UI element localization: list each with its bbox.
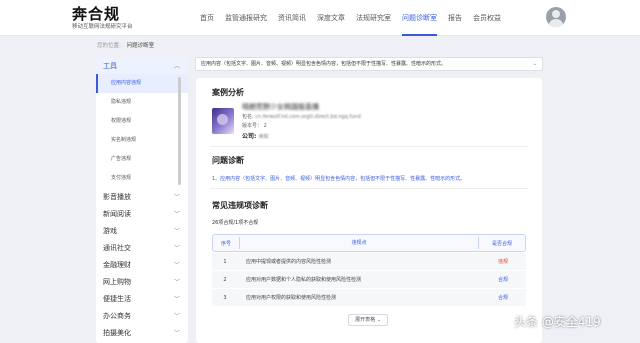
sidebar-item-payment-violation[interactable]: 支付违规	[96, 169, 188, 188]
nav-reports[interactable]: 报告	[448, 0, 462, 36]
brand-logo[interactable]: 奔合规 移动互联网法规研究平台	[72, 6, 133, 31]
package-label: 包名:	[242, 114, 254, 120]
row-no: 2	[223, 276, 227, 283]
nav-membership[interactable]: 会员权益	[473, 0, 501, 36]
sidebar-group-shopping[interactable]: 网上购物 ﹀	[96, 273, 188, 290]
brand-subtitle: 移动互联网法规研究平台	[72, 24, 133, 30]
sidebar-group-label: 新闻阅读	[103, 209, 131, 218]
sidebar-group-video[interactable]: 影音播放 ﹀	[96, 188, 188, 205]
diagnosis-card: 案例分析 晴朗荒野少女韩国版直播 包名: cn.ferwolf.hd.com.o…	[196, 78, 542, 343]
watermark: 头条 @安全419	[514, 315, 601, 329]
nav-regulation-lab[interactable]: 法规研究室	[356, 0, 391, 36]
sidebar-group-label: 影音播放	[103, 192, 131, 201]
violations-table: 序号 违规点 是否合规 1 应用中提现或者提供的内容风险性检测 违规 2 应用对…	[212, 234, 526, 306]
sidebar-group-life[interactable]: 便捷生活 ﹀	[96, 290, 188, 307]
row-status: 违规	[497, 259, 508, 265]
table-header: 序号 违规点 是否合规	[212, 234, 526, 252]
nav-news[interactable]: 资讯简讯	[278, 0, 306, 36]
chevron-down-icon: ﹀	[173, 245, 180, 252]
row-no: 3	[223, 294, 227, 301]
version-value: 2	[263, 123, 267, 129]
sidebar-group-tools[interactable]: 工具 ︿	[96, 57, 188, 74]
version-label: 版本号：	[242, 123, 263, 129]
sidebar-submenu: 应用内容违规 隐私违规 权限违规 实名制违规 广告违规 支付违规	[96, 74, 188, 188]
version-row: 版本号： 2	[242, 122, 267, 129]
row-no: 1	[223, 258, 227, 265]
breadcrumb-current[interactable]: 问题诊断室	[127, 43, 155, 49]
chevron-down-icon: ﹀	[173, 211, 180, 218]
expand-table-button[interactable]: 展开表格 ⌄	[348, 314, 388, 326]
issue-select[interactable]: 应用内容（包括文字、图片、音频、视频）明显包含色情内容，包括但不限于性描写、性暴…	[195, 57, 543, 71]
table-row[interactable]: 1 应用中提现或者提供的内容风险性检测 违规	[212, 253, 526, 270]
sidebar-group-photo[interactable]: 拍摄美化 ﹀	[96, 324, 188, 341]
row-point: 应用中提现或者提供的内容风险性检测	[246, 259, 332, 265]
sidebar-scrollbar[interactable]	[178, 77, 181, 185]
sidebar-group-label: 便捷生活	[103, 294, 131, 303]
category-sidebar: 工具 ︿ 应用内容违规 隐私违规 权限违规 实名制违规 广告违规 支付违规 影音…	[96, 57, 188, 343]
row-point: 应用对用户权限的获取和使用风险性检测	[246, 295, 337, 301]
nav-diagnosis-room[interactable]: 问题诊断室	[402, 0, 437, 36]
col-header-point: 违规点	[239, 237, 479, 249]
violations-heading: 常见违规项诊断	[212, 201, 268, 210]
sidebar-group-label: 通讯社交	[103, 243, 131, 252]
sidebar-item-realname-violation[interactable]: 实名制违规	[96, 131, 188, 150]
issue-select-value: 应用内容（包括文字、图片、音频、视频）明显包含色情内容，包括但不限于性描写、性暴…	[201, 61, 447, 67]
top-header: 奔合规 移动互联网法规研究平台 首页 监管通报研究 资讯简讯 深度文章 法规研究…	[0, 0, 640, 36]
sidebar-group-label: 网上购物	[103, 277, 131, 286]
chevron-down-icon: ﹀	[173, 194, 180, 201]
nav-regulatory-notices[interactable]: 监管通报研究	[225, 0, 267, 36]
sidebar-item-privacy-violation[interactable]: 隐私违规	[96, 93, 188, 112]
chevron-down-icon: ⌄	[532, 61, 537, 67]
table-row[interactable]: 2 应用对用户数据和个人隐私的获取和使用风险性检测 合规	[212, 271, 526, 288]
nav-home[interactable]: 首页	[200, 0, 214, 36]
col-header-no: 序号	[220, 240, 231, 247]
sidebar-item-ad-violation[interactable]: 广告违规	[96, 150, 188, 169]
table-row[interactable]: 3 应用对用户权限的获取和使用风险性检测 合规	[212, 289, 526, 306]
brand-name: 奔合规	[72, 5, 121, 23]
company-row: 公司: 未知	[242, 131, 269, 140]
sidebar-group-news[interactable]: 新闻阅读 ﹀	[96, 205, 188, 222]
chevron-down-icon: ﹀	[173, 279, 180, 286]
company-label: 公司:	[242, 133, 257, 140]
sidebar-item-content-violation[interactable]: 应用内容违规	[96, 74, 188, 93]
diagnosis-heading: 问题诊断	[212, 156, 244, 165]
sidebar-item-permission-violation[interactable]: 权限违规	[96, 112, 188, 131]
sidebar-group-finance[interactable]: 金融理财 ﹀	[96, 256, 188, 273]
col-header-status: 是否合规	[491, 240, 512, 247]
chevron-down-icon: ﹀	[173, 330, 180, 337]
app-name: 晴朗荒野少女韩国版直播	[242, 103, 319, 111]
sidebar-group-office[interactable]: 办公商务 ﹀	[96, 307, 188, 324]
case-analysis-heading: 案例分析	[212, 88, 244, 97]
row-point: 应用对用户数据和个人隐私的获取和使用风险性检测	[246, 277, 362, 283]
app-thumbnail	[212, 108, 234, 134]
sidebar-group-label: 拍摄美化	[103, 328, 131, 337]
sidebar-group-social[interactable]: 通讯社交 ﹀	[96, 239, 188, 256]
chevron-down-icon: ﹀	[173, 296, 180, 303]
sidebar-group-label: 金融理财	[103, 260, 131, 269]
sidebar-group-label: 办公商务	[103, 311, 131, 320]
diagnosis-text: 1、应用内容（包括文字、图片、音频、视频）明显包含色情内容，包括但不限于性描写、…	[212, 176, 466, 182]
chevron-down-icon: ﹀	[173, 262, 180, 269]
chevron-down-icon: ﹀	[173, 313, 180, 320]
compliance-count: 26项合规/1项不合规	[212, 220, 259, 226]
divider	[210, 146, 528, 147]
breadcrumb: 您的位置: 问题诊断室	[97, 41, 154, 49]
sidebar-group-label: 游戏	[103, 226, 117, 235]
sidebar-group-label: 工具	[103, 61, 117, 70]
chevron-down-icon: ﹀	[173, 228, 180, 235]
nav-articles[interactable]: 深度文章	[317, 0, 345, 36]
company-value: 未知	[258, 134, 269, 140]
row-status: 合规	[497, 277, 508, 283]
package-row: 包名: cn.ferwolf.hd.com.orgtl.direct.bd.ng…	[242, 113, 361, 120]
chevron-up-icon: ︿	[173, 63, 180, 70]
package-value: cn.ferwolf.hd.com.orgtl.direct.bd.ngq.fu…	[255, 114, 361, 120]
sidebar-group-games[interactable]: 游戏 ﹀	[96, 222, 188, 239]
divider	[210, 188, 528, 189]
main-nav: 首页 监管通报研究 资讯简讯 深度文章 法规研究室 问题诊断室 报告 会员权益	[200, 0, 512, 36]
breadcrumb-prefix: 您的位置:	[97, 43, 121, 49]
user-avatar[interactable]	[546, 7, 566, 27]
row-status: 合规	[497, 295, 508, 301]
